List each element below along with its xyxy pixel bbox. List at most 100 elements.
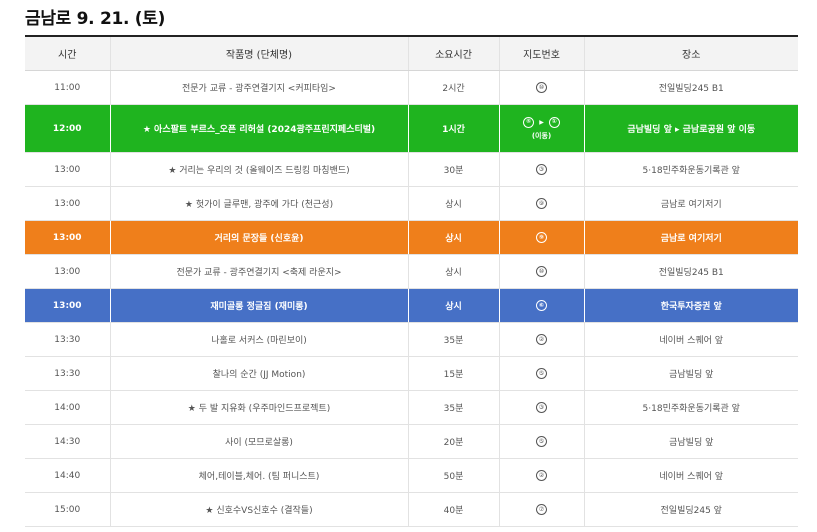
- cell-time: 14:40: [25, 458, 110, 493]
- cell-map-number: ⑩: [498, 254, 584, 289]
- table-header-row: 시간 작품명 (단체명) 소요시간 지도번호 장소: [25, 36, 798, 71]
- cell-map-number: ⑦: [498, 492, 584, 527]
- cell-duration: 40분: [407, 492, 499, 527]
- cell-title: 체어,테이블,체어. (팀 퍼니스트): [109, 458, 408, 493]
- cell-time: 13:30: [25, 356, 110, 391]
- page-title: 금남로 9. 21. (토): [25, 9, 166, 29]
- cell-place: 5·18민주화운동기록관 앞: [583, 152, 798, 187]
- cell-place: 금남빌딩 앞 ▸ 금남로공원 앞 이동: [583, 104, 798, 153]
- map-number-badge: ②: [536, 334, 547, 345]
- map-number-badge: ⑤: [536, 436, 547, 447]
- cell-place: 네이버 스퀘어 앞: [583, 322, 798, 357]
- cell-map-number: ⑨: [498, 220, 584, 255]
- cell-time: 14:30: [25, 424, 110, 459]
- table-row: 13:00 전문가 교류 - 광주연결기지 <축제 라운지> 상시 ⑩ 전일빌딩…: [25, 254, 798, 289]
- table-row: 11:00 전문가 교류 - 광주연결기지 <커피타임> 2시간 ⑩ 전일빌딩2…: [25, 70, 798, 105]
- cell-duration: 1시간: [407, 104, 499, 153]
- move-note: (이동): [531, 131, 552, 140]
- cell-time: 13:00: [25, 288, 110, 323]
- cell-title: 찰나의 순간 (JJ Motion): [109, 356, 408, 391]
- cell-duration: 상시: [407, 254, 499, 289]
- cell-time: 13:30: [25, 322, 110, 357]
- map-number-badge: ⑨: [536, 198, 547, 209]
- cell-title: 전문가 교류 - 광주연결기지 <축제 라운지>: [109, 254, 408, 289]
- table-row: 13:30 나홀로 서커스 (마린보이) 35분 ② 네이버 스퀘어 앞: [25, 322, 798, 357]
- cell-place: 금남로 여기저기: [583, 220, 798, 255]
- cell-place: 한국투자증권 앞: [583, 288, 798, 323]
- column-header-place: 장소: [583, 36, 798, 71]
- column-header-duration: 소요시간: [407, 36, 499, 71]
- cell-map-number: ⑤ ▶ ① (이동): [498, 104, 584, 153]
- cell-map-number: ⑩: [498, 70, 584, 105]
- cell-time: 15:00: [25, 492, 110, 527]
- cell-duration: 상시: [407, 186, 499, 221]
- map-number-badge: ⑦: [536, 504, 547, 515]
- cell-map-number: ③: [498, 390, 584, 425]
- cell-duration: 35분: [407, 322, 499, 357]
- column-header-map-number: 지도번호: [498, 36, 584, 71]
- cell-title: 재미골롱 정글짐 (재미롱): [109, 288, 408, 323]
- cell-duration: 50분: [407, 458, 499, 493]
- cell-title: 전문가 교류 - 광주연결기지 <커피타임>: [109, 70, 408, 105]
- cell-duration: 상시: [407, 288, 499, 323]
- cell-map-number: ⑨: [498, 186, 584, 221]
- map-number-badge: ②: [536, 470, 547, 481]
- map-number-badge: ⑩: [536, 266, 547, 277]
- cell-duration: 15분: [407, 356, 499, 391]
- column-header-title: 작품명 (단체명): [109, 36, 408, 71]
- cell-title: ★ 아스팔트 부르스_오픈 리허설 (2024광주프린지페스티벌): [109, 104, 408, 153]
- table-row-highlighted: 12:00 ★ 아스팔트 부르스_오픈 리허설 (2024광주프린지페스티벌) …: [25, 104, 798, 153]
- cell-title: ★ 거리는 우리의 것 (올웨이즈 드링킹 마칭밴드): [109, 152, 408, 187]
- schedule-table: 시간 작품명 (단체명) 소요시간 지도번호 장소 11:00 전문가 교류 -…: [25, 35, 798, 527]
- cell-map-number: ②: [498, 322, 584, 357]
- table-row: 13:00 ★ 헛가이 글루맨, 광주에 가다 (천근성) 상시 ⑨ 금남로 여…: [25, 186, 798, 221]
- cell-title: ★ 헛가이 글루맨, 광주에 가다 (천근성): [109, 186, 408, 221]
- cell-title: ★ 두 발 지유화 (우주마인드프로젝트): [109, 390, 408, 425]
- cell-map-number: ⑥: [498, 288, 584, 323]
- cell-title: 나홀로 서커스 (마린보이): [109, 322, 408, 357]
- cell-place: 전일빌딩245 B1: [583, 254, 798, 289]
- cell-title: 거리의 문장들 (신호윤): [109, 220, 408, 255]
- table-row: 14:40 체어,테이블,체어. (팀 퍼니스트) 50분 ② 네이버 스퀘어 …: [25, 458, 798, 493]
- cell-map-number: ②: [498, 458, 584, 493]
- cell-place: 금남로 여기저기: [583, 186, 798, 221]
- cell-time: 13:00: [25, 254, 110, 289]
- cell-place: 금남빌딩 앞: [583, 356, 798, 391]
- column-header-time: 시간: [25, 36, 110, 71]
- cell-duration: 2시간: [407, 70, 499, 105]
- cell-duration: 20분: [407, 424, 499, 459]
- cell-place: 네이버 스퀘어 앞: [583, 458, 798, 493]
- cell-place: 금남빌딩 앞: [583, 424, 798, 459]
- cell-map-number: ⑤: [498, 424, 584, 459]
- cell-place: 전일빌딩245 앞: [583, 492, 798, 527]
- cell-duration: 30분: [407, 152, 499, 187]
- cell-place: 5·18민주화운동기록관 앞: [583, 390, 798, 425]
- cell-place: 전일빌딩245 B1: [583, 70, 798, 105]
- table-row-highlighted: 13:00 재미골롱 정글짐 (재미롱) 상시 ⑥ 한국투자증권 앞: [25, 288, 798, 323]
- cell-map-number: ⑤: [498, 356, 584, 391]
- table-row: 14:00 ★ 두 발 지유화 (우주마인드프로젝트) 35분 ③ 5·18민주…: [25, 390, 798, 425]
- table-row: 15:00 ★ 신호수VS신호수 (결작들) 40분 ⑦ 전일빌딩245 앞: [25, 492, 798, 527]
- cell-time: 12:00: [25, 104, 110, 153]
- map-number-badge: ⑤: [536, 368, 547, 379]
- table-row: 14:30 사이 (모므로살롱) 20분 ⑤ 금남빌딩 앞: [25, 424, 798, 459]
- cell-time: 13:00: [25, 186, 110, 221]
- cell-duration: 상시: [407, 220, 499, 255]
- cell-time: 14:00: [25, 390, 110, 425]
- cell-time: 11:00: [25, 70, 110, 105]
- map-number-badge: ⑩: [536, 82, 547, 93]
- table-row: 13:00 ★ 거리는 우리의 것 (올웨이즈 드링킹 마칭밴드) 30분 ③ …: [25, 152, 798, 187]
- cell-time: 13:00: [25, 220, 110, 255]
- cell-title: 사이 (모므로살롱): [109, 424, 408, 459]
- map-number-badge: ⑨: [536, 232, 547, 243]
- map-number-badge: ③: [536, 402, 547, 413]
- table-row: 13:30 찰나의 순간 (JJ Motion) 15분 ⑤ 금남빌딩 앞: [25, 356, 798, 391]
- map-number-badge: ⑤: [523, 116, 535, 128]
- map-number-badge: ③: [536, 164, 547, 175]
- table-row-highlighted: 13:00 거리의 문장들 (신호윤) 상시 ⑨ 금남로 여기저기: [25, 220, 798, 255]
- cell-duration: 35분: [407, 390, 499, 425]
- cell-map-number: ③: [498, 152, 584, 187]
- map-number-badge: ①: [548, 116, 560, 128]
- map-number-badge: ⑥: [536, 300, 547, 311]
- arrow-right-icon: ▶: [539, 118, 544, 126]
